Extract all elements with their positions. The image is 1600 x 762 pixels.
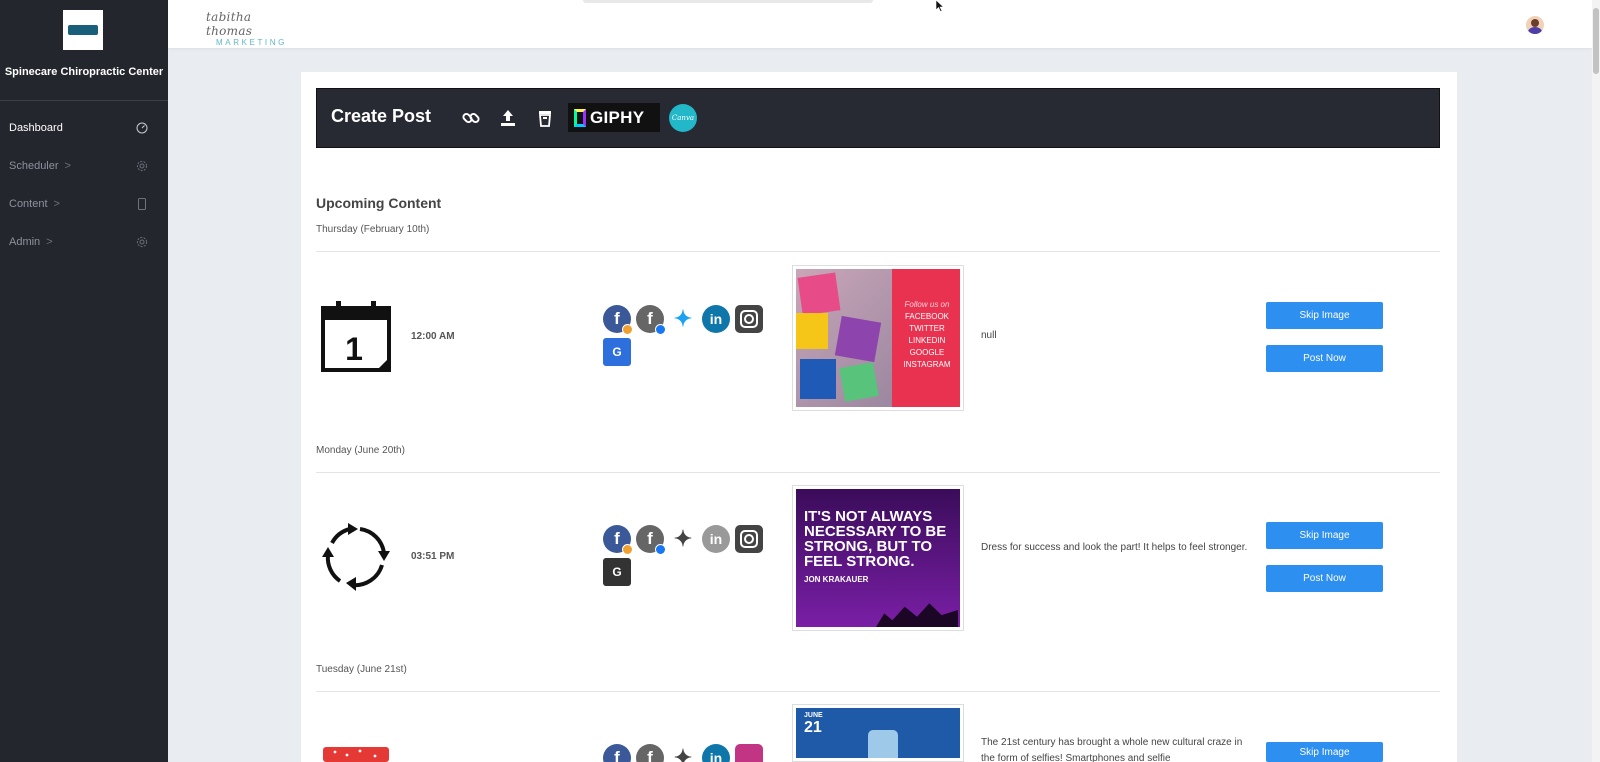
brand-name: tabitha thomas [206,10,253,38]
skip-image-button[interactable]: Skip Image [1266,302,1383,329]
sidebar-item-label: Content [9,198,48,210]
giphy-button[interactable]: GIPHY [568,103,660,132]
day-label: Tuesday (June 21st) [316,664,407,675]
chevron-right-icon: > [46,236,53,248]
chevron-right-icon: > [53,198,60,210]
svg-text:1: 1 [345,331,363,367]
facebook-page-icon[interactable]: f [603,305,633,335]
day-label: Thursday (February 10th) [316,224,430,235]
post-caption: null [981,330,997,341]
calendar-red-icon [323,747,389,762]
sidebar-item-label: Scheduler [9,160,59,172]
recurring-arrows-icon [322,523,390,591]
google-business-icon[interactable]: G [603,338,631,366]
giphy-label: GIPHY [590,107,645,127]
image-month: JUNE [804,712,823,719]
twitter-icon[interactable]: ✦ [669,525,697,553]
sidebar-item-content[interactable]: Content > [0,190,168,218]
topbar: tabitha thomas MARKETING [168,0,1592,48]
scrollbar-track[interactable] [1592,0,1600,762]
sidebar-item-label: Admin [9,236,41,248]
mouse-cursor-icon [935,0,945,12]
post-time: 03:51 PM [411,551,455,562]
post-caption: Dress for success and look the part! It … [981,542,1248,553]
upload-icon[interactable] [498,108,518,128]
org-logo[interactable] [63,10,103,50]
post-caption: The 21st century has brought a whole new… [981,737,1243,762]
brand-logo[interactable]: tabitha thomas MARKETING [206,10,296,47]
image-quote: IT'S NOT ALWAYS NECESSARY TO BE STRONG, … [804,508,947,570]
canva-label: Canva [671,114,695,122]
org-name: Spinecare Chiropractic Center [4,66,164,78]
sidebar-item-label: Dashboard [9,122,63,134]
chevron-right-icon: > [64,160,71,172]
linkedin-icon[interactable]: in [702,305,730,333]
day-label: Monday (June 20th) [316,445,405,456]
sidebar-item-dashboard[interactable]: Dashboard [0,114,168,142]
gear-icon [136,236,148,248]
sidebar: Spinecare Chiropractic Center Dashboard … [0,0,168,762]
gear-icon [136,160,148,172]
sidebar-divider [0,100,168,101]
post-image[interactable]: IT'S NOT ALWAYS NECESSARY TO BE STRONG, … [792,485,964,631]
facebook-group-icon[interactable]: f [636,525,666,555]
dashboard-gauge-icon [136,122,148,134]
main-card [301,72,1457,762]
image-author: JON KRAKAUER [804,575,869,584]
skip-image-button[interactable]: Skip Image [1266,522,1383,549]
scrollbar-thumb[interactable] [1593,8,1599,74]
user-avatar[interactable] [1526,16,1544,34]
instagram-icon[interactable] [735,305,763,333]
giphy-logo-icon [574,108,586,127]
post-now-button[interactable]: Post Now [1266,565,1383,592]
google-business-icon[interactable]: G [603,558,631,586]
upcoming-content-title: Upcoming Content [316,195,442,211]
twitter-icon[interactable]: ✦ [669,305,697,333]
skip-image-button[interactable]: Skip Image [1266,742,1383,762]
sidebar-item-scheduler[interactable]: Scheduler > [0,152,168,180]
linkedin-icon[interactable]: in [702,525,730,553]
image-text: LINKEDIN [908,336,946,345]
facebook-page-icon[interactable]: f [603,525,633,555]
image-text: Follow us on [904,300,950,309]
post-time: 12:00 AM [411,331,455,342]
tablet-icon [138,198,146,210]
post-image[interactable]: Follow us on FACEBOOK TWITTER LINKEDIN G… [792,265,964,411]
post-now-button[interactable]: Post Now [1266,345,1383,372]
instagram-icon[interactable] [735,525,763,553]
instagram-icon[interactable] [735,744,763,762]
create-post-title[interactable]: Create Post [331,106,431,127]
canva-button[interactable]: Canva [669,104,697,132]
trash-icon[interactable] [535,108,555,128]
calendar-one-icon: 1 [321,301,391,372]
facebook-group-icon[interactable]: f [636,305,666,335]
divider [316,691,1440,692]
post-image[interactable]: JUNE 21 [792,704,964,762]
image-text: FACEBOOK [904,312,949,321]
link-icon[interactable] [461,108,481,128]
brand-tagline: MARKETING [216,38,287,47]
image-text: GOOGLE [909,348,945,357]
divider [316,251,1440,252]
divider [316,472,1440,473]
sidebar-item-admin[interactable]: Admin > [0,228,168,256]
image-text: INSTAGRAM [903,360,951,369]
dropdown-edge [583,0,873,3]
create-post-toolbar: Create Post GIPHY Canva [316,88,1440,148]
image-text: TWITTER [909,324,945,333]
